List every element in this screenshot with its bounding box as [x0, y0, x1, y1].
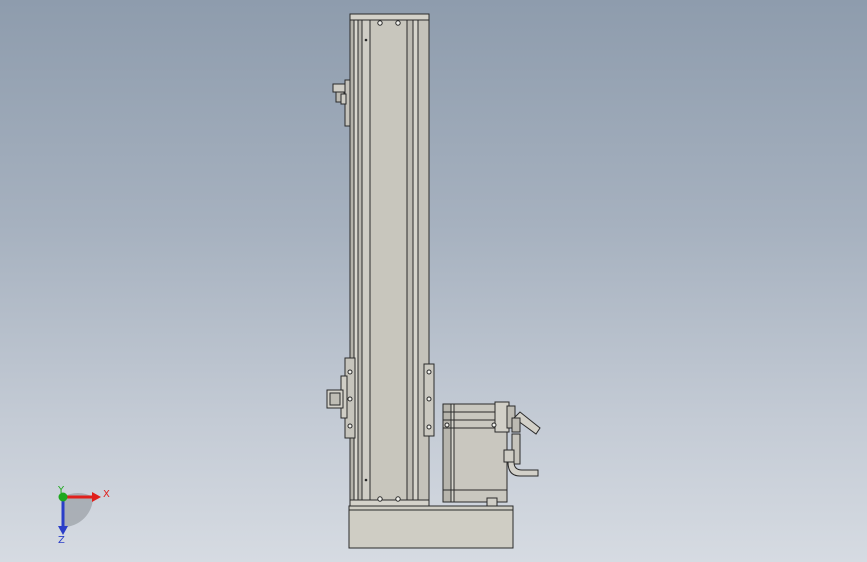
- z-axis-label: Z: [58, 535, 65, 546]
- cad-viewport[interactable]: X Y Z: [0, 0, 867, 562]
- right-mount-plate: [423, 363, 435, 437]
- x-axis-label: X: [103, 489, 110, 500]
- upper-sensor-bracket: [332, 79, 351, 127]
- base-block: [348, 505, 514, 549]
- coordinate-triad: X Y Z: [57, 485, 110, 546]
- cad-model-drawing[interactable]: X Y Z: [0, 0, 867, 562]
- y-axis-label: Y: [57, 485, 65, 496]
- left-carriage-bracket: [326, 357, 356, 439]
- actuator-column: [349, 13, 430, 509]
